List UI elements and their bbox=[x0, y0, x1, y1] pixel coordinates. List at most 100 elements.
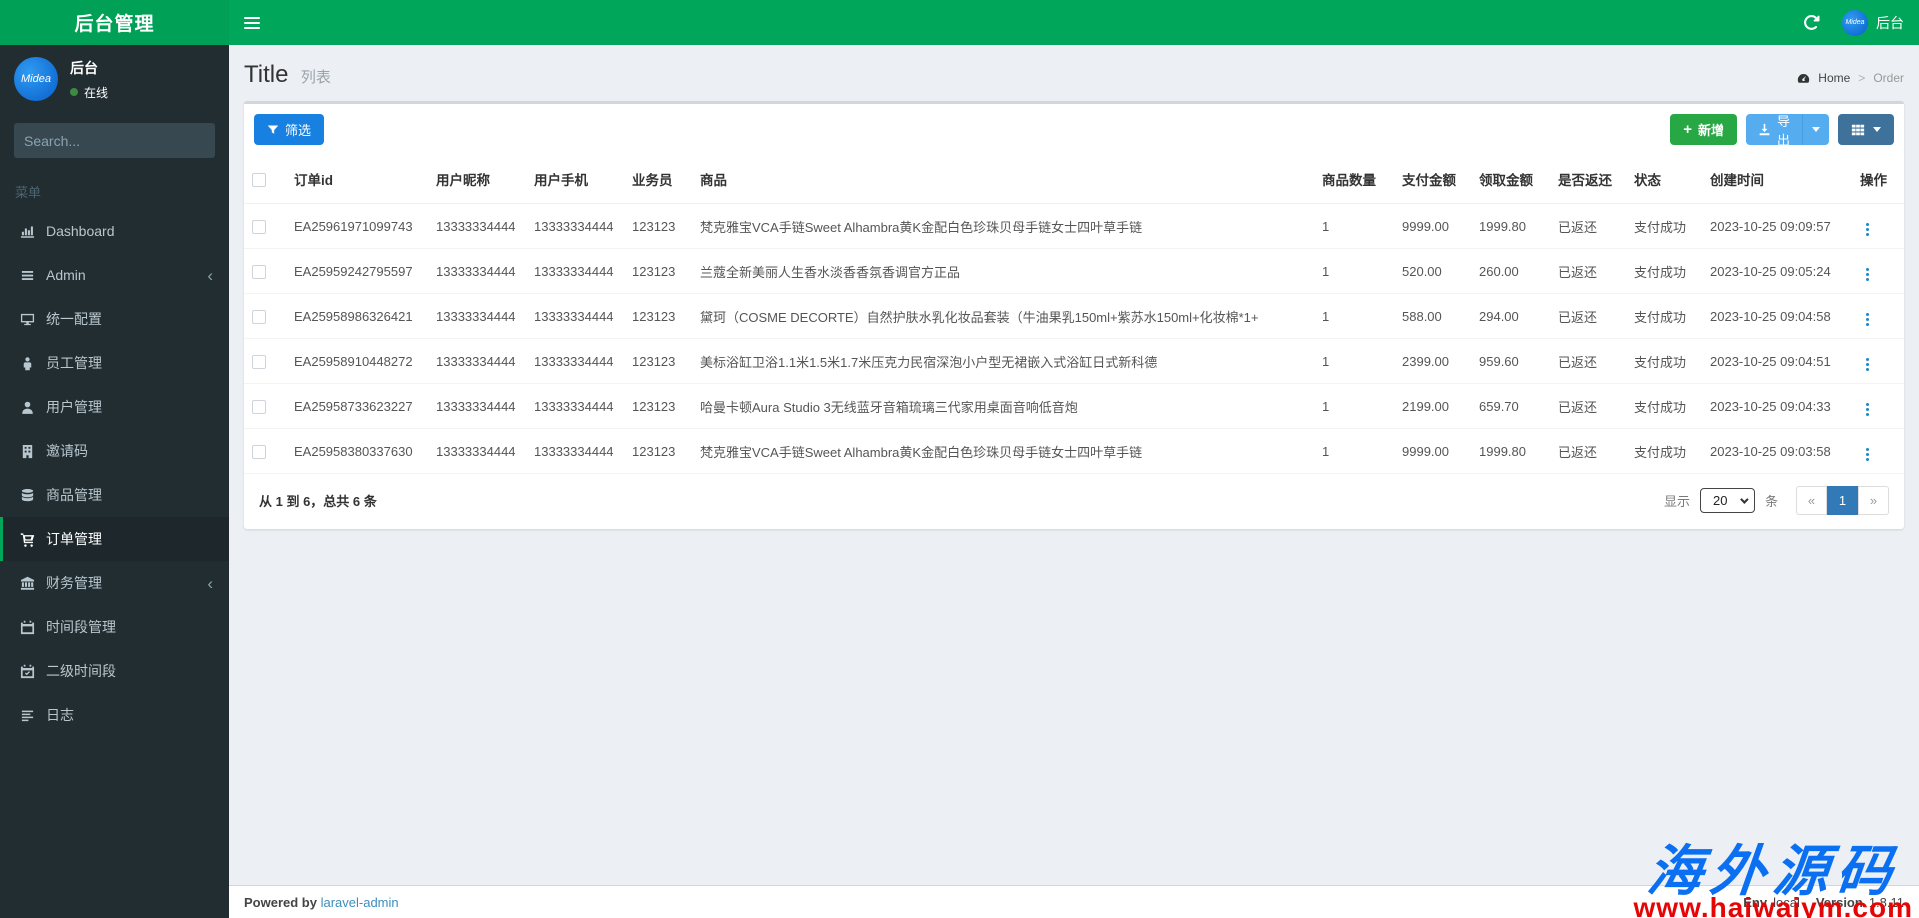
cell-status: 支付成功 bbox=[1626, 339, 1702, 384]
sidebar-item-order-mgmt[interactable]: 订单管理 bbox=[0, 517, 229, 561]
breadcrumb-separator: > bbox=[1858, 71, 1865, 85]
cell-qty: 1 bbox=[1314, 429, 1394, 474]
sidebar-search-input[interactable] bbox=[24, 133, 205, 149]
table-row: EA25961971099743 13333334444 13333334444… bbox=[244, 204, 1904, 249]
user-icon bbox=[18, 399, 36, 415]
sidebar-item-time-period[interactable]: 时间段管理 bbox=[0, 605, 229, 649]
env-value: local bbox=[1773, 895, 1800, 910]
sidebar-item-label: 用户管理 bbox=[46, 397, 217, 417]
row-checkbox[interactable] bbox=[252, 265, 266, 279]
cell-returned: 已返还 bbox=[1550, 294, 1626, 339]
sidebar-item-label: Dashboard bbox=[46, 223, 217, 239]
column-header: 是否返还 bbox=[1550, 155, 1626, 204]
column-header: 商品 bbox=[692, 155, 1314, 204]
sidebar-item-invite-code[interactable]: 邀请码 bbox=[0, 429, 229, 473]
column-header: 状态 bbox=[1626, 155, 1702, 204]
breadcrumb-current: Order bbox=[1873, 71, 1904, 85]
breadcrumb-home-link[interactable]: Home bbox=[1818, 71, 1850, 85]
sidebar-item-dashboard[interactable]: Dashboard bbox=[0, 209, 229, 253]
add-button[interactable]: + 新增 bbox=[1670, 114, 1737, 145]
cell-order-id: EA25961971099743 bbox=[286, 204, 428, 249]
filter-button[interactable]: 筛选 bbox=[254, 114, 324, 145]
bars-icon bbox=[18, 267, 36, 283]
row-checkbox[interactable] bbox=[252, 445, 266, 459]
cell-returned: 已返还 bbox=[1550, 339, 1626, 384]
pagination-next[interactable]: » bbox=[1858, 486, 1889, 515]
cell-phone: 13333334444 bbox=[526, 384, 624, 429]
pagination-page-1[interactable]: 1 bbox=[1827, 486, 1858, 515]
sidebar-item-logs[interactable]: 日志 bbox=[0, 693, 229, 737]
plus-icon: + bbox=[1683, 122, 1692, 137]
laravel-admin-link[interactable]: laravel-admin bbox=[321, 895, 399, 910]
row-actions-ellipsis-icon[interactable] bbox=[1860, 446, 1875, 463]
pagination: « 1 » bbox=[1796, 486, 1889, 515]
sidebar-item-label: 商品管理 bbox=[46, 485, 217, 505]
refresh-icon[interactable] bbox=[1803, 14, 1820, 31]
cell-nickname: 13333334444 bbox=[428, 429, 526, 474]
sidebar-item-user-mgmt[interactable]: 用户管理 bbox=[0, 385, 229, 429]
sidebar-menu: Dashboard Admin ‹ 统一配置 员工管理 用户管理 邀请码 商品管… bbox=[0, 209, 229, 737]
table-row: EA25958910448272 13333334444 13333334444… bbox=[244, 339, 1904, 384]
sidebar: Midea 后台 在线 菜单 Dashboard Admin ‹ 统一配置 员工… bbox=[0, 45, 229, 918]
row-checkbox[interactable] bbox=[252, 310, 266, 324]
navbar-user-menu[interactable]: Midea 后台 bbox=[1842, 10, 1904, 36]
table-row: EA25958733623227 13333334444 13333334444… bbox=[244, 384, 1904, 429]
cell-product: 梵克雅宝VCA手链Sweet Alhambra黄K金配白色珍珠贝母手链女士四叶草… bbox=[692, 204, 1314, 249]
sidebar-item-sub-time-period[interactable]: 二级时间段 bbox=[0, 649, 229, 693]
sidebar-item-product-mgmt[interactable]: 商品管理 bbox=[0, 473, 229, 517]
sidebar-user-status: 在线 bbox=[84, 84, 108, 101]
app-logo[interactable]: 后台管理 bbox=[0, 0, 229, 45]
column-header: 订单id bbox=[286, 155, 428, 204]
export-dropdown-toggle[interactable] bbox=[1803, 114, 1829, 145]
row-checkbox[interactable] bbox=[252, 220, 266, 234]
cell-order-id: EA25958733623227 bbox=[286, 384, 428, 429]
version-value: 1.8.11 bbox=[1869, 895, 1904, 910]
sidebar-item-staff-mgmt[interactable]: 员工管理 bbox=[0, 341, 229, 385]
cell-receive-amount: 659.70 bbox=[1471, 384, 1550, 429]
orders-table: 订单id用户昵称用户手机业务员商品商品数量支付金额领取金额是否返还状态创建时间操… bbox=[244, 155, 1904, 474]
cell-salesman: 123123 bbox=[624, 204, 692, 249]
cell-status: 支付成功 bbox=[1626, 294, 1702, 339]
row-actions-ellipsis-icon[interactable] bbox=[1860, 356, 1875, 373]
column-header: 用户手机 bbox=[526, 155, 624, 204]
cell-nickname: 13333334444 bbox=[428, 204, 526, 249]
sidebar-toggle-icon[interactable] bbox=[244, 0, 284, 45]
sidebar-item-label: 订单管理 bbox=[46, 529, 217, 549]
cell-status: 支付成功 bbox=[1626, 204, 1702, 249]
cell-nickname: 13333334444 bbox=[428, 384, 526, 429]
navbar-user-name: 后台 bbox=[1876, 13, 1904, 33]
sidebar-item-finance-mgmt[interactable]: 财务管理 ‹ bbox=[0, 561, 229, 605]
pagination-prev[interactable]: « bbox=[1796, 486, 1827, 515]
cell-order-id: EA25958986326421 bbox=[286, 294, 428, 339]
select-all-checkbox[interactable] bbox=[252, 173, 266, 187]
cell-returned: 已返还 bbox=[1550, 384, 1626, 429]
per-page-select[interactable]: 20 bbox=[1700, 488, 1755, 513]
sidebar-item-label: 员工管理 bbox=[46, 353, 217, 373]
table-row: EA25958986326421 13333334444 13333334444… bbox=[244, 294, 1904, 339]
row-actions-ellipsis-icon[interactable] bbox=[1860, 401, 1875, 418]
cell-qty: 1 bbox=[1314, 294, 1394, 339]
page-title: Title bbox=[244, 61, 288, 88]
sidebar-item-label: 财务管理 bbox=[46, 573, 197, 593]
sidebar-search bbox=[14, 123, 215, 158]
caret-down-icon bbox=[1873, 127, 1881, 132]
breadcrumb: Home > Order bbox=[1797, 71, 1904, 89]
export-button[interactable]: 导出 bbox=[1746, 114, 1803, 145]
row-actions-ellipsis-icon[interactable] bbox=[1860, 311, 1875, 328]
funnel-icon bbox=[267, 124, 279, 136]
column-selector-button[interactable] bbox=[1838, 114, 1894, 145]
menu-header: 菜单 bbox=[0, 172, 229, 209]
row-actions-ellipsis-icon[interactable] bbox=[1860, 221, 1875, 238]
cell-product: 美标浴缸卫浴1.1米1.5米1.7米压克力民宿深泡小户型无裙嵌入式浴缸日式新科德 bbox=[692, 339, 1314, 384]
row-actions-ellipsis-icon[interactable] bbox=[1860, 266, 1875, 283]
cell-pay-amount: 520.00 bbox=[1394, 249, 1471, 294]
sidebar-item-admin[interactable]: Admin ‹ bbox=[0, 253, 229, 297]
sidebar-item-unified-config[interactable]: 统一配置 bbox=[0, 297, 229, 341]
dashboard-gauge-icon bbox=[1797, 72, 1810, 85]
row-checkbox[interactable] bbox=[252, 400, 266, 414]
cell-status: 支付成功 bbox=[1626, 429, 1702, 474]
row-checkbox[interactable] bbox=[252, 355, 266, 369]
cell-product: 兰蔻全新美丽人生香水淡香香氛香调官方正品 bbox=[692, 249, 1314, 294]
column-header: 领取金额 bbox=[1471, 155, 1550, 204]
chevron-left-icon: ‹ bbox=[207, 267, 217, 284]
